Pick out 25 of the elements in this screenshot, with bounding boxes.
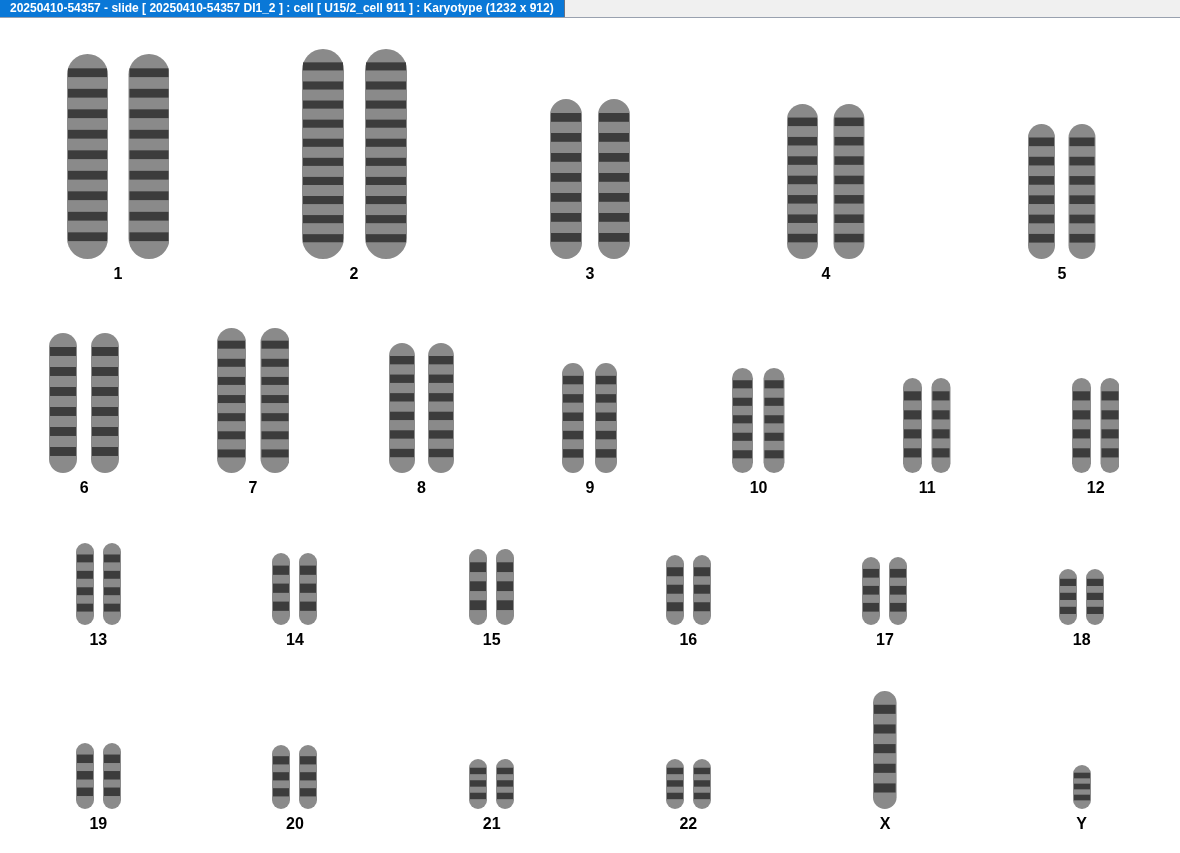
- chromosome-number: X: [879, 815, 891, 833]
- chromosome-number: 5: [1057, 265, 1067, 283]
- chromosome-number: 15: [482, 631, 501, 649]
- chromosome-number: 7: [248, 479, 258, 497]
- chromosome-number: 8: [416, 479, 426, 497]
- chromosome-number: 20: [286, 815, 304, 833]
- chromosome-number: 14: [286, 631, 304, 649]
- chromosome-number: 17: [876, 631, 894, 649]
- chromosome-number: 12: [1086, 479, 1105, 497]
- chromosome-number: 2: [349, 265, 359, 283]
- chromosome-number: Y: [1076, 815, 1087, 833]
- window-title: 20250410-54357 - slide [ 20250410-54357 DI1_2 ] : cell [ U15/2_cell 911 ] : Karyotype (1232 x 912): [0, 0, 565, 17]
- chromosome-number: 19: [89, 815, 108, 833]
- chromosome-number: 11: [918, 479, 936, 497]
- chromosome-number: 9: [585, 479, 595, 497]
- chromosome-number: 21: [482, 815, 501, 833]
- chromosome-number: 22: [679, 815, 698, 833]
- chromosome-number: 13: [89, 631, 108, 649]
- chromosome-number: 16: [679, 631, 698, 649]
- chromosome-number: 18: [1072, 631, 1091, 649]
- chromosome-number: 4: [821, 265, 831, 283]
- chromosome-number: 3: [585, 265, 595, 283]
- chromosome-number: 6: [79, 479, 89, 497]
- chromosome-number: 1: [113, 265, 123, 283]
- chromosome-number: 10: [749, 479, 768, 497]
